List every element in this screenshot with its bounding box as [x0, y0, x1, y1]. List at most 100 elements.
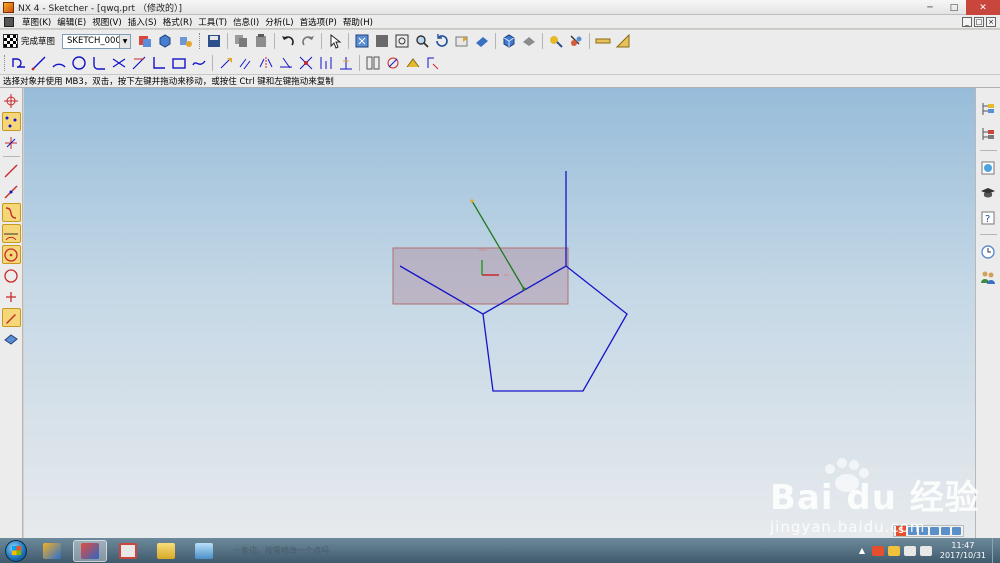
toolbar-gripper[interactable]: [4, 55, 7, 71]
roles-tab[interactable]: [979, 267, 998, 286]
left-pencil-button[interactable]: [1, 308, 21, 327]
line-button[interactable]: [30, 54, 48, 72]
update-model-button[interactable]: [176, 32, 194, 50]
doc-restore-button[interactable]: □: [974, 17, 984, 27]
left-tangent-button[interactable]: [1, 224, 21, 243]
measure-distance-button[interactable]: [594, 32, 612, 50]
quick-trim-button[interactable]: [110, 54, 128, 72]
tray-volume-icon[interactable]: [919, 545, 932, 556]
left-line-button[interactable]: [2, 161, 21, 180]
sketch-orient-button[interactable]: [136, 32, 154, 50]
studio-spline-button[interactable]: [190, 54, 208, 72]
reattach-button[interactable]: [156, 32, 174, 50]
history-tab[interactable]: [979, 242, 998, 261]
close-button[interactable]: ✕: [966, 0, 1000, 15]
selection-filter-button[interactable]: [326, 32, 344, 50]
corner-button[interactable]: [150, 54, 168, 72]
tray-ime-icon[interactable]: [871, 545, 884, 556]
minimize-button[interactable]: ─: [918, 0, 942, 15]
circle-button[interactable]: [70, 54, 88, 72]
menu-edit[interactable]: 编辑(E): [54, 16, 89, 28]
doc-close-button[interactable]: ×: [986, 17, 996, 27]
tray-network-icon[interactable]: [903, 545, 916, 556]
menu-sketch[interactable]: 草图(K): [19, 16, 54, 28]
taskbar-app-nx-active[interactable]: [73, 539, 107, 562]
finish-sketch-button[interactable]: 完成草图: [0, 32, 58, 50]
display-settings-button[interactable]: [567, 32, 585, 50]
point-button[interactable]: [217, 54, 235, 72]
view-orientation-button[interactable]: [520, 32, 538, 50]
menu-information[interactable]: 信息(I): [230, 16, 262, 28]
project-curve-button[interactable]: [297, 54, 315, 72]
copy-button[interactable]: [232, 32, 250, 50]
convert-reference-button[interactable]: [424, 54, 442, 72]
sketch-point-button[interactable]: [1, 112, 21, 131]
zoom-button[interactable]: [393, 32, 411, 50]
help-icon: ?: [981, 211, 995, 225]
fit-view-button[interactable]: [353, 32, 371, 50]
paste-button[interactable]: [252, 32, 270, 50]
undo-button[interactable]: [279, 32, 297, 50]
start-button[interactable]: [5, 539, 27, 562]
save-button[interactable]: [205, 32, 223, 50]
show-desktop-button[interactable]: [992, 538, 1000, 563]
render-style-button[interactable]: [500, 32, 518, 50]
intersection-button[interactable]: [277, 54, 295, 72]
offset-button[interactable]: [237, 54, 255, 72]
help-tab[interactable]: ?: [979, 208, 998, 227]
mirror-button[interactable]: [257, 54, 275, 72]
left-circle-button[interactable]: [2, 266, 21, 285]
document-menu-icon[interactable]: [4, 16, 14, 27]
left-circle-center-button[interactable]: [1, 245, 21, 264]
left-line2-button[interactable]: [2, 182, 21, 201]
taskbar-app-nx[interactable]: [35, 540, 69, 562]
fillet-button[interactable]: [90, 54, 108, 72]
layer-settings-button[interactable]: [547, 32, 565, 50]
rotate-button[interactable]: [433, 32, 451, 50]
constraints-button[interactable]: [364, 54, 382, 72]
profile-button[interactable]: [10, 54, 28, 72]
training-tab[interactable]: [979, 183, 998, 202]
tray-expand-icon[interactable]: ▲: [856, 546, 868, 556]
redo-button[interactable]: [299, 32, 317, 50]
derived-lines-button[interactable]: [317, 54, 335, 72]
tree-icon: [982, 102, 994, 115]
left-cross-button[interactable]: [2, 287, 21, 306]
measure-angle-button[interactable]: [614, 32, 632, 50]
taskbar-clock[interactable]: 11:47 2017/10/31: [940, 541, 986, 561]
left-eraser-button[interactable]: [2, 329, 21, 348]
taskbar-app-generic[interactable]: [187, 540, 221, 562]
pan-button[interactable]: [453, 32, 471, 50]
menu-format[interactable]: 格式(R): [160, 16, 196, 28]
web-browser-tab[interactable]: [979, 158, 998, 177]
sketch-name-select[interactable]: SKETCH_000 ▼: [62, 33, 132, 49]
arc-button[interactable]: [50, 54, 68, 72]
rectangle-button[interactable]: [170, 54, 188, 72]
zoom-in-out-button[interactable]: [413, 32, 431, 50]
edit-curve-button[interactable]: [337, 54, 355, 72]
alternate-solution-button[interactable]: [404, 54, 422, 72]
toolbar-gripper[interactable]: [199, 33, 202, 49]
menu-tools[interactable]: 工具(T): [195, 16, 230, 28]
menu-insert[interactable]: 插入(S): [125, 16, 160, 28]
doc-minimize-button[interactable]: _: [962, 17, 972, 27]
menu-analysis[interactable]: 分析(L): [262, 16, 296, 28]
snap-point-button[interactable]: [2, 91, 21, 110]
shaded-view-button[interactable]: [473, 32, 491, 50]
part-navigator-tab[interactable]: [979, 124, 998, 143]
quick-extend-button[interactable]: [130, 54, 148, 72]
zoom-window-button[interactable]: [373, 32, 391, 50]
chevron-down-icon[interactable]: ▼: [119, 34, 131, 48]
menu-preferences[interactable]: 首选项(P): [297, 16, 340, 28]
left-arc-button[interactable]: [1, 203, 21, 222]
checkered-flag-icon: [3, 34, 18, 48]
taskbar-app-explorer[interactable]: [149, 540, 183, 562]
tray-security-icon[interactable]: [887, 545, 900, 556]
assembly-navigator-tab[interactable]: [979, 99, 998, 118]
maximize-button[interactable]: □: [942, 0, 966, 15]
inferred-constraints-button[interactable]: [2, 133, 21, 152]
show-constraints-button[interactable]: [384, 54, 402, 72]
taskbar-app-presentation[interactable]: [111, 540, 145, 562]
menu-help[interactable]: 帮助(H): [340, 16, 376, 28]
menu-view[interactable]: 视图(V): [89, 16, 124, 28]
